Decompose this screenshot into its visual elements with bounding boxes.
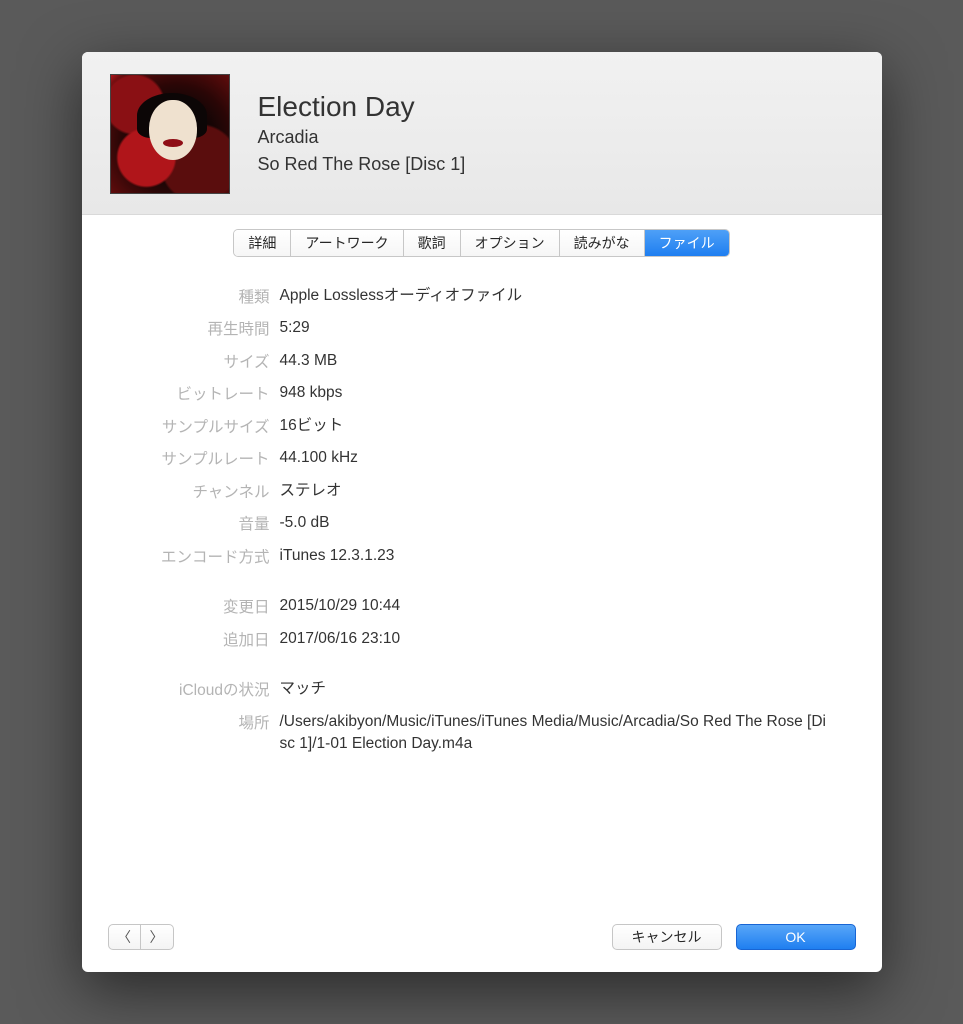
duration-label: 再生時間	[130, 317, 280, 339]
footer: 〈 〉 キャンセル OK	[82, 910, 882, 972]
encoder-value: iTunes 12.3.1.23	[280, 545, 834, 567]
encoder-label: エンコード方式	[130, 545, 280, 567]
tab-lyrics[interactable]: 歌詞	[404, 230, 461, 256]
song-title: Election Day	[258, 91, 466, 123]
location-label: 場所	[130, 711, 280, 733]
kind-label: 種類	[130, 285, 280, 307]
volume-label: 音量	[130, 512, 280, 534]
tab-bar: 詳細 アートワーク 歌詞 オプション 読みがな ファイル	[233, 229, 729, 257]
prev-button[interactable]: 〈	[109, 925, 141, 949]
samplerate-label: サンプルレート	[130, 447, 280, 469]
next-button[interactable]: 〉	[141, 925, 173, 949]
icloud-label: iCloudの状況	[130, 678, 280, 700]
tab-options[interactable]: オプション	[461, 230, 560, 256]
artist-name: Arcadia	[258, 125, 466, 150]
volume-value: -5.0 dB	[280, 512, 834, 534]
kind-value: Apple Losslessオーディオファイル	[280, 285, 834, 307]
samplesize-label: サンプルサイズ	[130, 415, 280, 437]
chevron-left-icon: 〈	[117, 927, 131, 947]
channels-label: チャンネル	[130, 480, 280, 502]
duration-value: 5:29	[280, 317, 834, 339]
album-name: So Red The Rose [Disc 1]	[258, 152, 466, 177]
modified-value: 2015/10/29 10:44	[280, 595, 834, 617]
size-value: 44.3 MB	[280, 350, 834, 372]
tab-artwork[interactable]: アートワーク	[291, 230, 403, 256]
ok-button[interactable]: OK	[736, 924, 856, 950]
cancel-button[interactable]: キャンセル	[612, 924, 722, 950]
header: Election Day Arcadia So Red The Rose [Di…	[82, 52, 882, 215]
title-block: Election Day Arcadia So Red The Rose [Di…	[258, 91, 466, 177]
tab-bar-container: 詳細 アートワーク 歌詞 オプション 読みがな ファイル	[82, 215, 882, 265]
modified-label: 変更日	[130, 595, 280, 617]
info-window: Election Day Arcadia So Red The Rose [Di…	[82, 52, 882, 972]
content: 種類Apple Losslessオーディオファイル 再生時間5:29 サイズ44…	[82, 265, 882, 910]
chevron-right-icon: 〉	[150, 927, 164, 947]
channels-value: ステレオ	[280, 480, 834, 502]
added-value: 2017/06/16 23:10	[280, 628, 834, 650]
samplesize-value: 16ビット	[280, 415, 834, 437]
bitrate-value: 948 kbps	[280, 382, 834, 404]
added-label: 追加日	[130, 628, 280, 650]
tab-file[interactable]: ファイル	[645, 230, 729, 256]
size-label: サイズ	[130, 350, 280, 372]
album-artwork	[110, 74, 230, 194]
icloud-value: マッチ	[280, 678, 834, 700]
samplerate-value: 44.100 kHz	[280, 447, 834, 469]
location-value: /Users/akibyon/Music/iTunes/iTunes Media…	[280, 711, 834, 756]
bitrate-label: ビットレート	[130, 382, 280, 404]
tab-yomi[interactable]: 読みがな	[560, 230, 645, 256]
nav-segment: 〈 〉	[108, 924, 174, 950]
tab-details[interactable]: 詳細	[234, 230, 291, 256]
